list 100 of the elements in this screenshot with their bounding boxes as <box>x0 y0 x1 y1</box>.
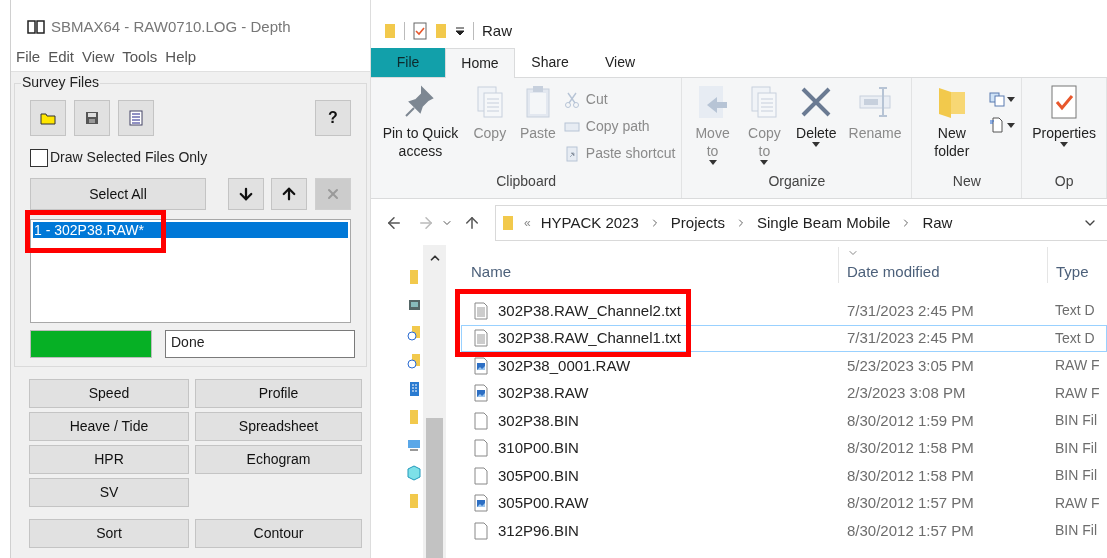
list-button[interactable] <box>118 100 154 136</box>
file-type: RAW F <box>1054 356 1100 376</box>
computer-icon[interactable] <box>407 437 421 453</box>
action-button[interactable]: Sort <box>29 519 189 548</box>
action-button[interactable]: SV <box>29 478 189 507</box>
breadcrumb-item[interactable]: Projects <box>670 211 725 235</box>
file-date: 8/30/2012 1:57 PM <box>846 493 975 513</box>
ribbon-button[interactable]: Delete <box>792 78 841 171</box>
folder-link-icon[interactable] <box>407 325 421 341</box>
action-button[interactable]: Contour <box>195 519 362 548</box>
file-name: 302P38.RAW_Channel1.txt <box>498 328 681 348</box>
file-date: 2/3/2023 3:08 PM <box>846 383 967 403</box>
file-row[interactable]: 302P38_0001.RAW 5/23/2023 3:05 PM RAW F <box>461 352 1107 380</box>
file-date: 5/23/2023 3:05 PM <box>846 355 975 376</box>
file-name: 310P00.BIN <box>498 438 579 458</box>
ribbon-button[interactable]: Properties <box>1028 78 1100 171</box>
save-button[interactable] <box>74 100 110 136</box>
scrollbar[interactable] <box>423 245 446 558</box>
file-name: 312P96.BIN <box>498 520 579 541</box>
file-row[interactable]: 312P96.BIN 8/30/2012 1:57 PM BIN Fil <box>461 517 1107 545</box>
file-date: 8/30/2012 1:58 PM <box>846 438 975 458</box>
breadcrumb-item[interactable]: Single Beam Mobile <box>757 211 891 235</box>
blank-file-icon <box>474 411 488 430</box>
ribbon-tab[interactable]: Home <box>445 48 515 78</box>
file-name: 302P38_0001.RAW <box>498 355 631 376</box>
menu-item[interactable]: Help <box>165 46 197 69</box>
file-date: 8/30/2012 1:58 PM <box>846 465 975 486</box>
action-button[interactable]: Profile <box>195 379 362 408</box>
file-row[interactable]: 302P38.RAW_Channel1.txt 7/31/2023 2:45 PM Text D <box>461 324 1107 352</box>
file-row[interactable]: 302P38.RAW_Channel2.txt 7/31/2023 2:45 PM Text D <box>461 297 1107 325</box>
picture-icon[interactable] <box>407 297 421 313</box>
properties-icon[interactable] <box>413 22 427 40</box>
ribbon-tab[interactable]: View <box>585 48 655 77</box>
group-title: Survey Files <box>21 74 101 90</box>
ribbon-group-label: Organize <box>767 172 827 191</box>
status-field: Done <box>165 330 355 358</box>
ribbon-tab[interactable]: Share <box>515 48 585 77</box>
file-type: BIN Fil <box>1054 466 1097 486</box>
blank-file-icon <box>474 521 488 540</box>
ribbon-group-label: Op <box>1053 172 1075 191</box>
action-button[interactable]: Speed <box>29 379 189 408</box>
menu-item[interactable]: View <box>82 46 115 69</box>
overflow-chevron[interactable]: « <box>524 214 531 232</box>
ribbon-button[interactable]: New folder <box>918 78 986 171</box>
scissors-icon <box>563 91 580 108</box>
file-name: 305P00.BIN <box>498 465 579 486</box>
file-row[interactable]: 310P00.BIN 8/30/2012 1:58 PM BIN Fil <box>461 434 1107 462</box>
menu-item[interactable]: Edit <box>48 46 75 69</box>
file-row[interactable]: 302P38.BIN 8/30/2012 1:59 PM BIN Fil <box>461 407 1107 435</box>
file-date: 7/31/2023 2:45 PM <box>846 328 975 348</box>
column-header[interactable]: Date modified <box>839 260 1047 283</box>
file-row[interactable]: 305P00.BIN 8/30/2012 1:58 PM BIN Fil <box>461 462 1107 490</box>
ribbon-group-label: New <box>951 172 982 191</box>
folder-link-icon[interactable] <box>407 353 421 369</box>
file-type: BIN Fil <box>1054 521 1097 541</box>
breadcrumb-item[interactable]: HYPACK 2023 <box>540 211 639 235</box>
rename-icon <box>856 84 893 120</box>
text-file-icon <box>474 329 488 348</box>
menu-item[interactable]: Tools <box>122 46 158 69</box>
blank-file-icon <box>474 439 488 458</box>
help-button[interactable]: ? <box>315 100 351 136</box>
file-name: 302P38.RAW <box>498 383 589 403</box>
dropdown-arrow-icon[interactable] <box>455 26 465 36</box>
column-header[interactable]: Name <box>461 260 838 283</box>
ribbon-group-label: Clipboard <box>495 172 558 191</box>
move-up-button[interactable] <box>271 178 307 210</box>
file-date: 7/31/2023 2:45 PM <box>846 300 975 321</box>
action-button[interactable]: Heave / Tide <box>29 412 189 441</box>
ribbon-button[interactable]: Pin to Quick access <box>377 78 464 171</box>
file-row[interactable]: 305P00.RAW 8/30/2012 1:57 PM RAW F <box>461 489 1107 517</box>
arrow-down-icon <box>237 185 255 203</box>
close-icon <box>325 186 341 202</box>
checkbox[interactable] <box>30 148 48 167</box>
shortcut-icon <box>563 145 580 162</box>
move-down-button[interactable] <box>228 178 264 210</box>
file-row[interactable]: 302P38.RAW 2/3/2023 3:08 PM RAW F <box>461 379 1107 407</box>
building-icon[interactable] <box>407 381 421 397</box>
file-type: BIN Fil <box>1054 411 1097 431</box>
select-all-button[interactable]: Select All <box>30 178 206 210</box>
action-button[interactable]: Spreadsheet <box>195 412 362 441</box>
file-name: 302P38.RAW_Channel2.txt <box>498 300 681 321</box>
file-type: BIN Fil <box>1054 438 1097 458</box>
file-date: 8/30/2012 1:57 PM <box>846 520 975 541</box>
checkbox-label: Draw Selected Files Only <box>50 148 208 167</box>
file-list-item[interactable]: 1 - 302P38.RAW* <box>33 222 348 238</box>
file-type: RAW F <box>1054 493 1100 513</box>
open-button[interactable] <box>30 100 66 136</box>
scroll-thumb[interactable] <box>426 418 443 558</box>
file-date: 8/30/2012 1:59 PM <box>846 410 975 431</box>
breadcrumb-item[interactable]: Raw <box>922 211 953 235</box>
column-header[interactable]: Type <box>1048 260 1089 283</box>
cube-icon[interactable] <box>407 465 421 481</box>
file-tab[interactable]: File <box>371 48 445 77</box>
file-type: Text D <box>1054 301 1095 321</box>
file-type: Text D <box>1054 328 1095 348</box>
menu-item[interactable]: File <box>16 46 41 69</box>
address-bar[interactable]: « HYPACK 2023 Projects Single Beam Mobile Raw <box>495 205 1107 241</box>
folder-icon <box>40 111 56 125</box>
action-button[interactable]: HPR <box>29 445 189 474</box>
action-button[interactable]: Echogram <box>195 445 362 474</box>
